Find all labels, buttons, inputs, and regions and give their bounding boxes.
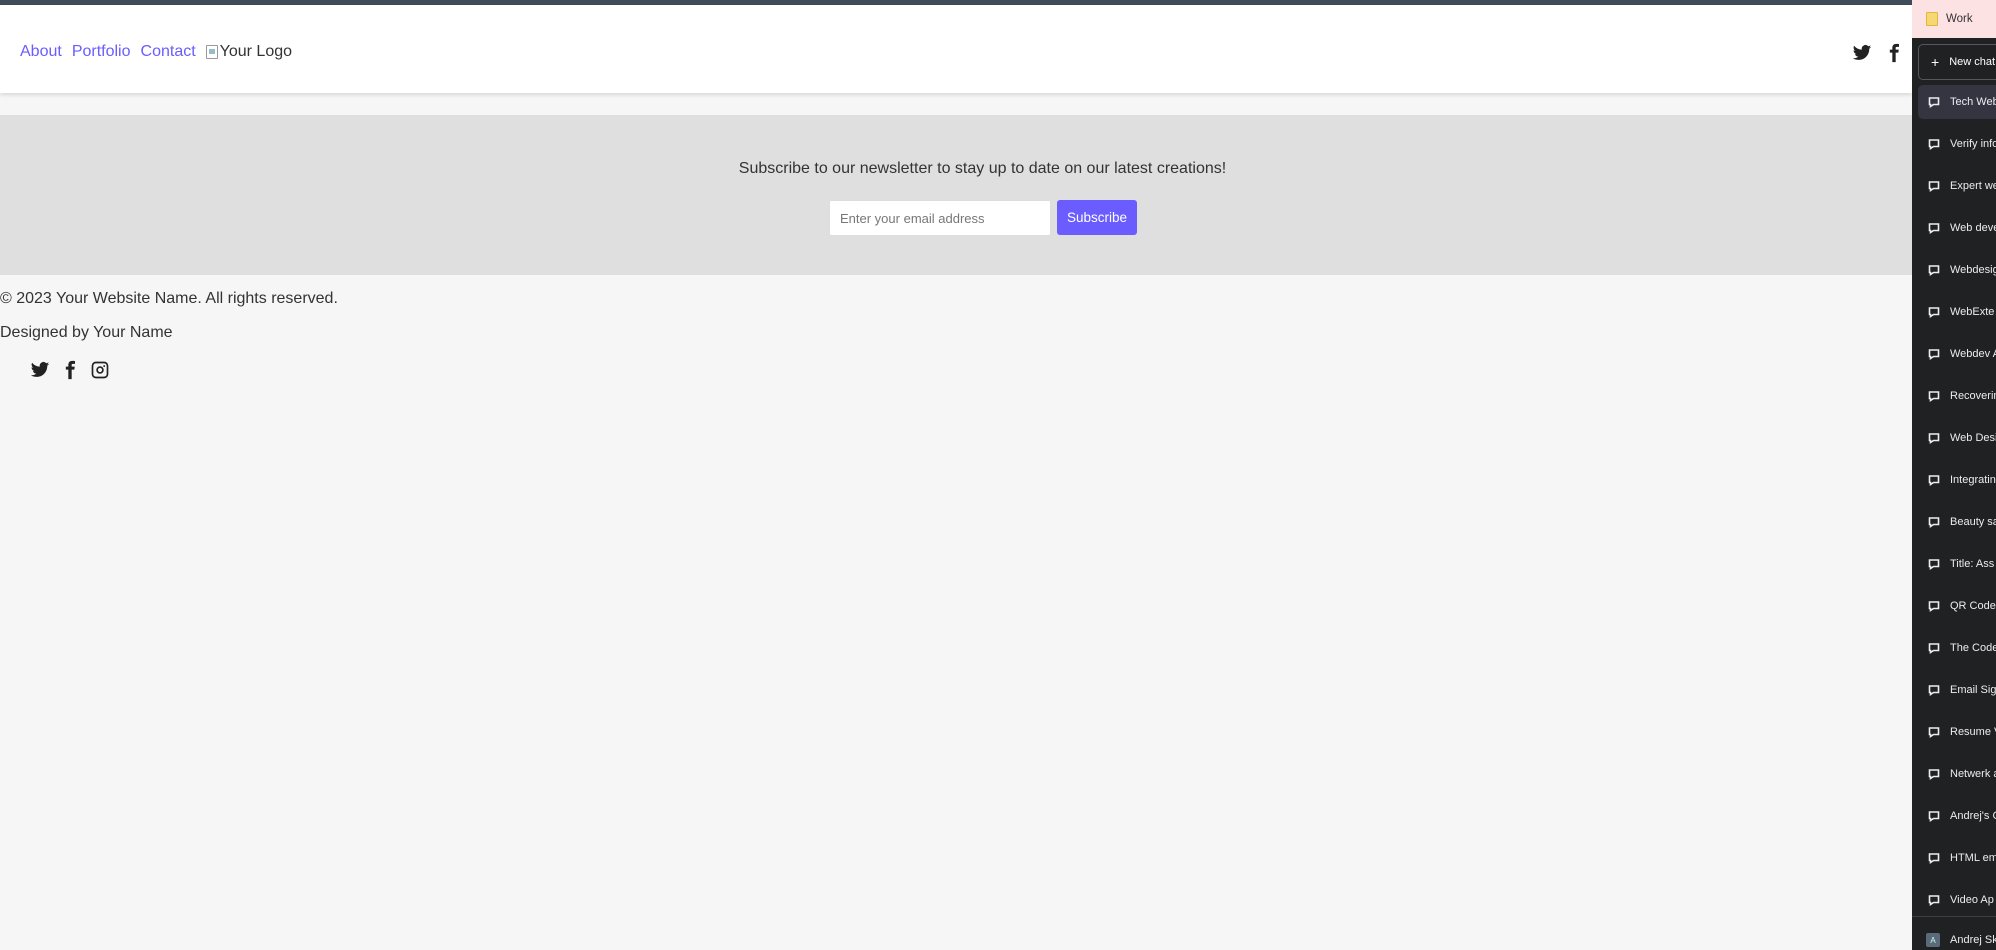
folder-label: Work xyxy=(1946,13,1973,25)
chat-title: Integratin xyxy=(1950,474,1996,486)
chat-bubble-icon xyxy=(1928,726,1940,738)
chat-history-item[interactable]: Netwerk a xyxy=(1918,757,1996,791)
chat-title: Webdesig xyxy=(1950,264,1996,276)
main-nav: About Portfolio Contact Your Logo xyxy=(20,43,292,61)
chat-bubble-icon xyxy=(1928,264,1940,276)
user-account-button[interactable]: A Andrej Sk xyxy=(1926,933,1996,947)
chat-history-item[interactable]: Andrej's C xyxy=(1918,799,1996,833)
chat-history-item[interactable]: Email Sig xyxy=(1918,673,1996,707)
chat-bubble-icon xyxy=(1928,432,1940,444)
chat-title: Video Ap xyxy=(1950,894,1994,906)
chat-history-item[interactable]: Webdev A xyxy=(1918,337,1996,371)
footer-social-links xyxy=(30,360,110,380)
chat-title: Email Sig xyxy=(1950,684,1996,696)
chat-history-item[interactable]: Video Ap xyxy=(1918,883,1996,917)
chat-title: HTML em xyxy=(1950,852,1996,864)
chat-history-item[interactable]: Expert we xyxy=(1918,169,1996,203)
chat-history-item[interactable]: Resume V xyxy=(1918,715,1996,749)
chat-title: The Code xyxy=(1950,642,1996,654)
chat-history-item[interactable]: Title: Ass xyxy=(1918,547,1996,581)
chat-history-item[interactable]: Web deve xyxy=(1918,211,1996,245)
chat-title: Tech Web xyxy=(1950,96,1996,108)
new-chat-label: New chat xyxy=(1949,56,1996,68)
chat-history-item[interactable]: Beauty sa xyxy=(1918,505,1996,539)
chat-bubble-icon xyxy=(1928,390,1940,402)
chat-history-item[interactable]: WebExte xyxy=(1918,295,1996,329)
instagram-icon[interactable] xyxy=(90,360,110,380)
chat-bubble-icon xyxy=(1928,138,1940,150)
chat-bubble-icon xyxy=(1928,810,1940,822)
chat-bubble-icon xyxy=(1928,894,1940,906)
chat-history-item[interactable]: Verify info xyxy=(1918,127,1996,161)
email-field[interactable] xyxy=(829,200,1051,236)
chat-bubble-icon xyxy=(1928,348,1940,360)
chat-bubble-icon xyxy=(1928,642,1940,654)
chat-history-item[interactable]: Recoverin xyxy=(1918,379,1996,413)
chat-history-item[interactable]: Webdesig xyxy=(1918,253,1996,287)
chat-title: Webdev A xyxy=(1950,348,1996,360)
chat-title: Title: Ass xyxy=(1950,558,1995,570)
twitter-icon[interactable] xyxy=(1852,43,1872,63)
chat-title: Expert we xyxy=(1950,180,1996,192)
chat-bubble-icon xyxy=(1928,516,1940,528)
chat-title: QR Code xyxy=(1950,600,1996,612)
plus-icon: + xyxy=(1931,54,1940,70)
folder-icon xyxy=(1926,12,1938,26)
chat-title: Andrej's C xyxy=(1950,810,1996,822)
chat-sidebar: Work + New chat Tech Web Verify info Exper… xyxy=(1912,0,1996,950)
chat-title: Recoverin xyxy=(1950,390,1996,402)
chat-title: Verify info xyxy=(1950,138,1996,150)
chat-history-item[interactable]: Web Desi xyxy=(1918,421,1996,455)
site-header: About Portfolio Contact Your Logo xyxy=(0,5,1912,93)
avatar: A xyxy=(1926,933,1940,947)
chat-bubble-icon xyxy=(1928,852,1940,864)
chat-bubble-icon xyxy=(1928,684,1940,696)
copyright-text: © 2023 Your Website Name. All rights res… xyxy=(0,290,338,307)
twitter-icon[interactable] xyxy=(30,360,50,380)
chat-title: Web deve xyxy=(1950,222,1996,234)
chat-history-item[interactable]: Integratin xyxy=(1918,463,1996,497)
subscribe-button[interactable]: Subscribe xyxy=(1057,200,1137,235)
new-chat-button[interactable]: + New chat xyxy=(1918,44,1996,80)
chat-title: Resume V xyxy=(1950,726,1996,738)
facebook-icon[interactable] xyxy=(1884,43,1904,63)
user-name: Andrej Sk xyxy=(1950,934,1996,946)
chat-bubble-icon xyxy=(1928,474,1940,486)
chat-bubble-icon xyxy=(1928,222,1940,234)
chat-title: Beauty sa xyxy=(1950,516,1996,528)
chat-bubble-icon xyxy=(1928,96,1940,108)
facebook-icon[interactable] xyxy=(60,360,80,380)
broken-image-icon xyxy=(205,45,218,59)
chat-history-item[interactable]: Tech Web xyxy=(1918,85,1996,119)
chat-bubble-icon xyxy=(1928,768,1940,780)
chat-bubble-icon xyxy=(1928,558,1940,570)
newsletter-text: Subscribe to our newsletter to stay up t… xyxy=(738,160,1227,177)
header-social-links xyxy=(1852,43,1904,63)
chat-title: WebExte xyxy=(1950,306,1995,318)
sidebar-divider xyxy=(1912,916,1996,917)
newsletter-section: Subscribe to our newsletter to stay up t… xyxy=(0,115,1912,275)
designed-by-text: Designed by Your Name xyxy=(0,324,173,341)
chat-title: Web Desi xyxy=(1950,432,1996,444)
chat-history-item[interactable]: HTML em xyxy=(1918,841,1996,875)
chat-history-item[interactable]: QR Code xyxy=(1918,589,1996,623)
nav-link-portfolio[interactable]: Portfolio xyxy=(72,43,131,61)
logo[interactable]: Your Logo xyxy=(205,43,293,61)
logo-alt-text: Your Logo xyxy=(219,43,293,60)
chat-bubble-icon xyxy=(1928,306,1940,318)
chat-title: Netwerk a xyxy=(1950,768,1996,780)
nav-link-about[interactable]: About xyxy=(20,43,62,61)
chat-bubble-icon xyxy=(1928,600,1940,612)
chat-history-item[interactable]: The Code xyxy=(1918,631,1996,665)
chat-bubble-icon xyxy=(1928,180,1940,192)
newsletter-form: Subscribe xyxy=(829,200,1137,236)
folder-work[interactable]: Work xyxy=(1912,0,1996,38)
nav-link-contact[interactable]: Contact xyxy=(141,43,196,61)
